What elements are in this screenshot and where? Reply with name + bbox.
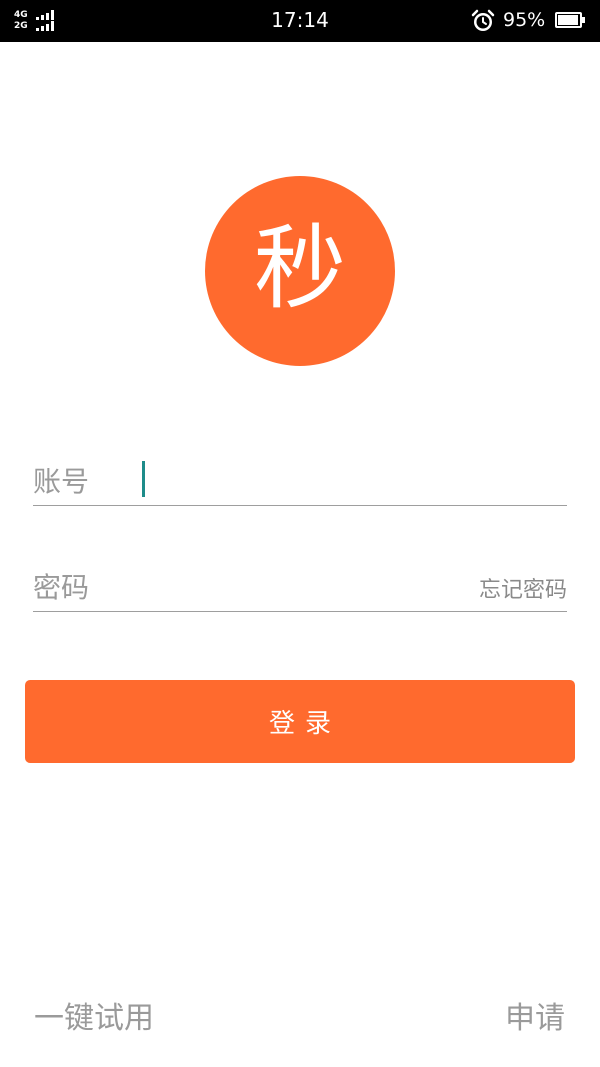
text-cursor	[142, 461, 145, 497]
battery-icon	[555, 12, 585, 28]
login-button[interactable]: 登录	[25, 680, 575, 763]
forgot-password-link[interactable]: 忘记密码	[479, 572, 567, 604]
account-field[interactable]	[33, 458, 567, 506]
app-logo: 秒	[205, 176, 395, 366]
password-field[interactable]: 忘记密码	[33, 564, 567, 612]
one-click-trial-link[interactable]: 一键试用	[34, 993, 154, 1037]
account-input[interactable]	[33, 458, 567, 504]
alarm-icon	[471, 9, 495, 31]
apply-link[interactable]: 申请	[505, 993, 565, 1037]
battery-percent: 95%	[503, 9, 546, 31]
account-underline	[33, 505, 567, 506]
password-underline	[33, 611, 567, 612]
status-bar: 4G 2G 17:14 95%	[0, 0, 600, 42]
login-screen: 4G 2G 17:14 95% 秒 账号 忘记密码 登录 一键试用 申请	[0, 0, 600, 1067]
